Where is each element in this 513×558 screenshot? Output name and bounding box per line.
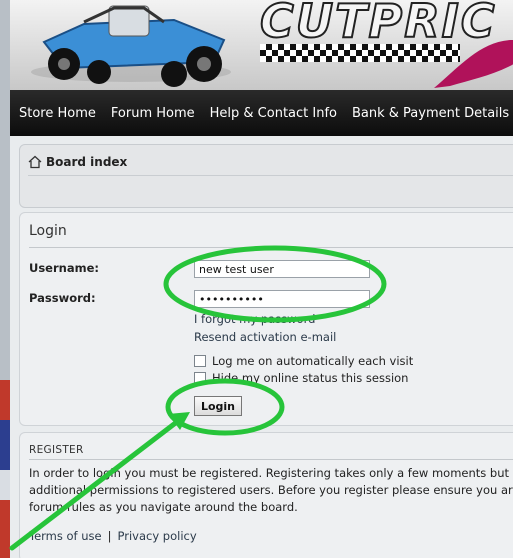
- remember-me-row: Log me on automatically each visit: [194, 354, 413, 368]
- nav-bank-payment[interactable]: Bank & Payment Details: [352, 106, 509, 121]
- forgot-password-link[interactable]: I forgot my password: [194, 312, 315, 326]
- password-label: Password:: [29, 291, 96, 305]
- register-text-line: forum rules as you navigate around the b…: [29, 500, 298, 514]
- privacy-policy-link[interactable]: Privacy policy: [118, 529, 197, 543]
- remember-me-checkbox[interactable]: [194, 355, 206, 367]
- login-divider: [29, 247, 513, 248]
- register-panel: REGISTER In order to login you must be r…: [19, 432, 513, 558]
- password-input[interactable]: [194, 290, 370, 308]
- brand-swoosh-graphic: [434, 39, 513, 88]
- register-text-line: additional permissions to registered use…: [29, 483, 513, 497]
- home-icon: [28, 155, 42, 169]
- username-label: Username:: [29, 261, 99, 275]
- register-text-line: In order to login you must be registered…: [29, 466, 513, 480]
- terms-of-use-link[interactable]: Terms of use: [29, 529, 102, 543]
- go-kart-logo: [31, 5, 231, 87]
- nav-help-contact[interactable]: Help & Contact Info: [210, 106, 337, 121]
- nav-forum-home[interactable]: Forum Home: [111, 106, 195, 121]
- register-description: In order to login you must be registered…: [29, 465, 513, 516]
- side-flag-decoration: [0, 0, 10, 558]
- register-divider: [29, 459, 513, 460]
- hide-status-row: Hide my online status this session: [194, 371, 408, 385]
- register-heading: REGISTER: [29, 444, 84, 456]
- breadcrumb[interactable]: Board index: [28, 155, 127, 169]
- footer-links: Terms of use | Privacy policy: [29, 529, 197, 543]
- hide-status-checkbox[interactable]: [194, 372, 206, 384]
- main-nav-bar: Store Home Forum Home Help & Contact Inf…: [10, 90, 513, 136]
- breadcrumb-divider: [28, 175, 513, 176]
- login-button[interactable]: Login: [194, 396, 242, 416]
- username-input[interactable]: [194, 260, 370, 278]
- login-panel: Login Username: Password: I forgot my pa…: [19, 212, 513, 426]
- link-separator: |: [107, 529, 112, 543]
- breadcrumb-board-index[interactable]: Board index: [46, 155, 127, 169]
- login-heading: Login: [29, 223, 67, 239]
- hide-status-label: Hide my online status this session: [212, 371, 409, 385]
- site-header-banner: CUTPRIC: [10, 0, 513, 90]
- nav-store-home[interactable]: Store Home: [19, 106, 96, 121]
- resend-activation-link[interactable]: Resend activation e-mail: [194, 330, 336, 344]
- remember-me-label: Log me on automatically each visit: [212, 354, 414, 368]
- breadcrumb-panel: Board index: [19, 144, 513, 208]
